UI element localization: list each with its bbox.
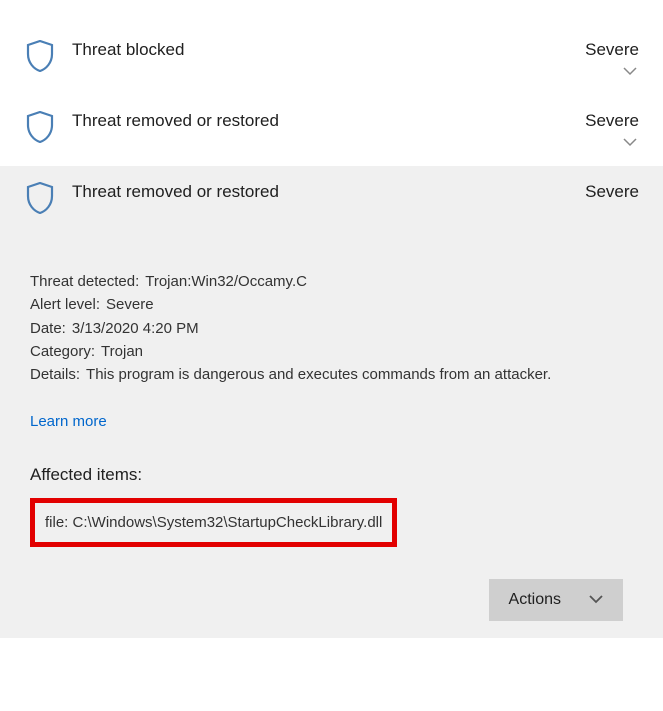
actions-label: Actions xyxy=(509,591,561,609)
chevron-down-icon xyxy=(589,591,603,609)
actions-button[interactable]: Actions xyxy=(489,579,623,621)
chevron-down-icon[interactable] xyxy=(621,135,639,149)
detail-value: Severe xyxy=(106,293,154,316)
detail-label: Category: xyxy=(30,340,95,363)
severity-label: Severe xyxy=(585,111,639,131)
threat-details: Threat detected: Trojan:Win32/Occamy.C A… xyxy=(24,214,639,621)
threat-item[interactable]: Threat blocked Severe xyxy=(0,24,663,95)
threat-item-expanded: Threat removed or restored Severe Threat… xyxy=(0,166,663,638)
severity-label: Severe xyxy=(585,40,639,60)
severity-col: Severe xyxy=(585,40,639,78)
severity-col: Severe xyxy=(585,182,639,202)
detail-label: Threat detected: xyxy=(30,270,139,293)
detail-value: Trojan xyxy=(101,340,143,363)
detail-date: Date: 3/13/2020 4:20 PM xyxy=(30,317,633,340)
learn-more-link[interactable]: Learn more xyxy=(30,410,633,433)
affected-items-title: Affected items: xyxy=(30,462,633,488)
threat-title: Threat removed or restored xyxy=(72,111,585,131)
detail-value: 3/13/2020 4:20 PM xyxy=(72,317,199,340)
shield-icon xyxy=(24,182,56,214)
detail-threat-detected: Threat detected: Trojan:Win32/Occamy.C xyxy=(30,270,633,293)
detail-category: Category: Trojan xyxy=(30,340,633,363)
detail-value: This program is dangerous and executes c… xyxy=(86,363,551,386)
detail-label: Details: xyxy=(30,363,80,386)
shield-icon xyxy=(24,111,56,143)
threat-header: Threat removed or restored Severe xyxy=(24,111,639,149)
detail-details: Details: This program is dangerous and e… xyxy=(30,363,633,386)
threat-header[interactable]: Threat removed or restored Severe xyxy=(24,182,639,214)
shield-icon xyxy=(24,40,56,72)
severity-label: Severe xyxy=(585,182,639,202)
detail-label: Date: xyxy=(30,317,66,340)
threat-title: Threat removed or restored xyxy=(72,182,585,202)
affected-item-highlight: file: C:\Windows\System32\StartupCheckLi… xyxy=(30,498,397,547)
chevron-down-icon[interactable] xyxy=(621,64,639,78)
threat-header: Threat blocked Severe xyxy=(24,40,639,78)
actions-row: Actions xyxy=(30,579,633,621)
affected-item-path: file: C:\Windows\System32\StartupCheckLi… xyxy=(45,514,382,531)
detail-alert-level: Alert level: Severe xyxy=(30,293,633,316)
severity-col: Severe xyxy=(585,111,639,149)
threat-item[interactable]: Threat removed or restored Severe xyxy=(0,95,663,166)
detail-value: Trojan:Win32/Occamy.C xyxy=(145,270,307,293)
detail-label: Alert level: xyxy=(30,293,100,316)
threat-title: Threat blocked xyxy=(72,40,585,60)
